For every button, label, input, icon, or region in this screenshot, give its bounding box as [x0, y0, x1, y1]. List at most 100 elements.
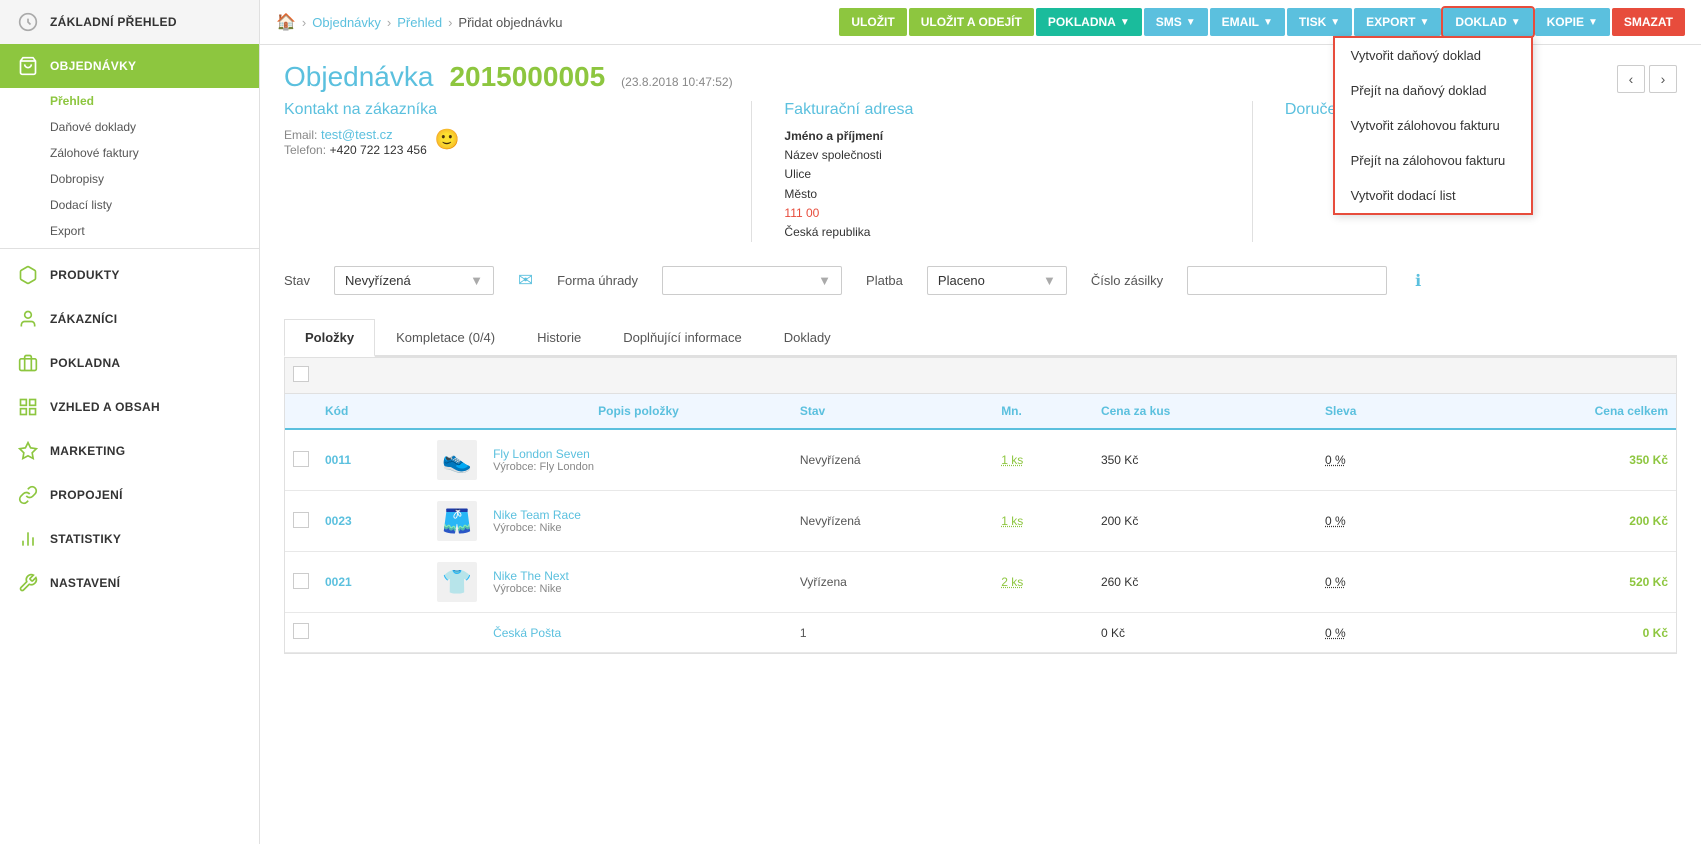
product-name-link[interactable]: Nike The Next: [493, 569, 569, 583]
sidebar-item-nastaveni[interactable]: NASTAVENÍ: [0, 561, 259, 605]
doklad-menu-vytvorit-dodaci[interactable]: Vytvořit dodací list: [1335, 178, 1531, 213]
prev-arrow[interactable]: ‹: [1617, 65, 1645, 93]
sidebar-sub-prehled[interactable]: Přehled: [0, 88, 259, 114]
sidebar-sub-export[interactable]: Export: [0, 218, 259, 244]
col-mn[interactable]: Mn.: [993, 394, 1093, 429]
qty-link[interactable]: 2 ks: [1001, 575, 1023, 589]
pokladna-button[interactable]: POKLADNA ▼: [1036, 8, 1142, 36]
smazat-button[interactable]: SMAZAT: [1612, 8, 1685, 36]
qty-link[interactable]: 1 ks: [1001, 453, 1023, 467]
product-manufacturer: Výrobce: Fly London: [493, 461, 784, 473]
row-kod-link[interactable]: 0023: [325, 514, 352, 528]
export-button[interactable]: EXPORT ▼: [1354, 8, 1441, 36]
row-product-name: Česká Pošta: [485, 613, 792, 653]
next-arrow[interactable]: ›: [1649, 65, 1677, 93]
row-cena-kus: 350 Kč: [1093, 429, 1317, 491]
star-icon: [16, 439, 40, 463]
row-cena-celkem: 200 Kč: [1441, 491, 1676, 552]
forma-select[interactable]: ▼: [662, 266, 842, 295]
doklad-menu-prejit-zalohovou[interactable]: Přejít na zálohovou fakturu: [1335, 143, 1531, 178]
doklad-menu-vytvorit-danovy[interactable]: Vytvořit daňový doklad: [1335, 38, 1531, 73]
row-img: 🩳: [429, 491, 485, 552]
col-cena-celkem[interactable]: Cena celkem: [1441, 394, 1676, 429]
sidebar-item-label: PRODUKTY: [50, 268, 120, 282]
chevron-down-icon: ▼: [1330, 17, 1340, 28]
cislo-input[interactable]: [1187, 266, 1387, 295]
row-stav: Vyřízena: [792, 552, 993, 613]
row-product-name: Fly London SevenVýrobce: Fly London: [485, 429, 792, 491]
row-cena-kus: 0 Kč: [1093, 613, 1317, 653]
home-icon: [16, 10, 40, 34]
platba-select[interactable]: Placeno ▼: [927, 266, 1067, 295]
billing-section: Fakturační adresa Jméno a příjmení Název…: [768, 101, 1252, 242]
billing-address: Jméno a příjmení Název společnosti Ulice…: [784, 127, 1235, 242]
row-kod-link[interactable]: 0021: [325, 575, 352, 589]
product-name-link[interactable]: Fly London Seven: [493, 447, 590, 461]
page-date: (23.8.2018 10:47:52): [621, 75, 732, 89]
billing-zip: 111 00: [784, 204, 1235, 223]
tisk-button[interactable]: TISK ▼: [1287, 8, 1352, 36]
row-kod: [317, 613, 429, 653]
col-kod[interactable]: Kód: [317, 394, 429, 429]
doklad-menu-vytvorit-zalohovou[interactable]: Vytvořit zálohovou fakturu: [1335, 108, 1531, 143]
email-button[interactable]: EMAIL ▼: [1210, 8, 1285, 36]
row-sleva: 0 %: [1317, 552, 1441, 613]
sidebar-item-label: PROPOJENÍ: [50, 488, 123, 502]
chevron-down-icon: ▼: [1120, 17, 1130, 28]
row-checkbox[interactable]: [293, 573, 309, 589]
tab-historie[interactable]: Historie: [516, 319, 602, 357]
qty-link[interactable]: 1 ks: [1001, 514, 1023, 528]
sidebar-sub-zalohove[interactable]: Zálohové faktury: [0, 140, 259, 166]
platba-value: Placeno: [938, 273, 985, 288]
sidebar-item-label: NASTAVENÍ: [50, 576, 120, 590]
sidebar-sub-danove[interactable]: Daňové doklady: [0, 114, 259, 140]
sidebar-item-zakaznici[interactable]: ZÁKAZNÍCI: [0, 297, 259, 341]
ulozit-button[interactable]: ULOŽIT: [839, 8, 906, 36]
tab-doklady[interactable]: Doklady: [763, 319, 852, 357]
product-name-link[interactable]: Česká Pošta: [493, 626, 561, 640]
table-row: 0023🩳Nike Team RaceVýrobce: NikeNevyříze…: [285, 491, 1676, 552]
sidebar-item-marketing[interactable]: MARKETING: [0, 429, 259, 473]
kopie-button[interactable]: KOPIE ▼: [1535, 8, 1610, 36]
home-icon[interactable]: 🏠: [276, 12, 296, 32]
sidebar-item-propojeni[interactable]: PROPOJENÍ: [0, 473, 259, 517]
select-all-checkbox[interactable]: [293, 366, 309, 382]
breadcrumb-link-prehled[interactable]: Přehled: [397, 15, 442, 30]
check-all[interactable]: [293, 366, 317, 385]
tab-doplnujici[interactable]: Doplňující informace: [602, 319, 763, 357]
contact-email-link[interactable]: test@test.cz: [321, 127, 393, 142]
product-name-link[interactable]: Nike Team Race: [493, 508, 581, 522]
tab-polozky[interactable]: Položky: [284, 319, 375, 357]
sidebar-item-statistiky[interactable]: STATISTIKY: [0, 517, 259, 561]
row-stav: Nevyřízená: [792, 491, 993, 552]
doklad-button[interactable]: DOKLAD ▼: [1443, 8, 1532, 36]
sidebar-item-vzhled[interactable]: VZHLED A OBSAH: [0, 385, 259, 429]
col-sleva[interactable]: Sleva: [1317, 394, 1441, 429]
col-cena-kus[interactable]: Cena za kus: [1093, 394, 1317, 429]
sidebar-item-produkty[interactable]: PRODUKTY: [0, 253, 259, 297]
table-row: 0021👕Nike The NextVýrobce: NikeVyřízena2…: [285, 552, 1676, 613]
doklad-menu-prejit-danovy[interactable]: Přejít na daňový doklad: [1335, 73, 1531, 108]
ulozit-odejit-button[interactable]: ULOŽIT A ODEJÍT: [909, 8, 1034, 36]
sidebar-item-pokladna[interactable]: POKLADNA: [0, 341, 259, 385]
page-title: Objednávka: [284, 61, 433, 93]
email-notification-icon[interactable]: ✉: [518, 270, 533, 291]
sidebar-subitems-objednavky: Přehled Daňové doklady Zálohové faktury …: [0, 88, 259, 244]
row-sleva: 0 %: [1317, 613, 1441, 653]
box-icon: [16, 263, 40, 287]
sidebar-item-prehled[interactable]: ZÁKLADNÍ PŘEHLED: [0, 0, 259, 44]
sidebar-item-objednavky[interactable]: OBJEDNÁVKY: [0, 44, 259, 88]
row-checkbox[interactable]: [293, 623, 309, 639]
sms-button[interactable]: SMS ▼: [1144, 8, 1208, 36]
row-qty: 2 ks: [993, 552, 1093, 613]
breadcrumb-link-objednavky[interactable]: Objednávky: [312, 15, 381, 30]
sidebar-sub-dobropisy[interactable]: Dobropisy: [0, 166, 259, 192]
row-kod-link[interactable]: 0011: [325, 453, 351, 467]
sidebar-sub-dodaci[interactable]: Dodací listy: [0, 192, 259, 218]
row-checkbox[interactable]: [293, 451, 309, 467]
stav-select[interactable]: Nevyřízená ▼: [334, 266, 494, 295]
col-stav[interactable]: Stav: [792, 394, 993, 429]
tab-kompletace[interactable]: Kompletace (0/4): [375, 319, 516, 357]
row-checkbox[interactable]: [293, 512, 309, 528]
col-popis[interactable]: Popis položky: [485, 394, 792, 429]
